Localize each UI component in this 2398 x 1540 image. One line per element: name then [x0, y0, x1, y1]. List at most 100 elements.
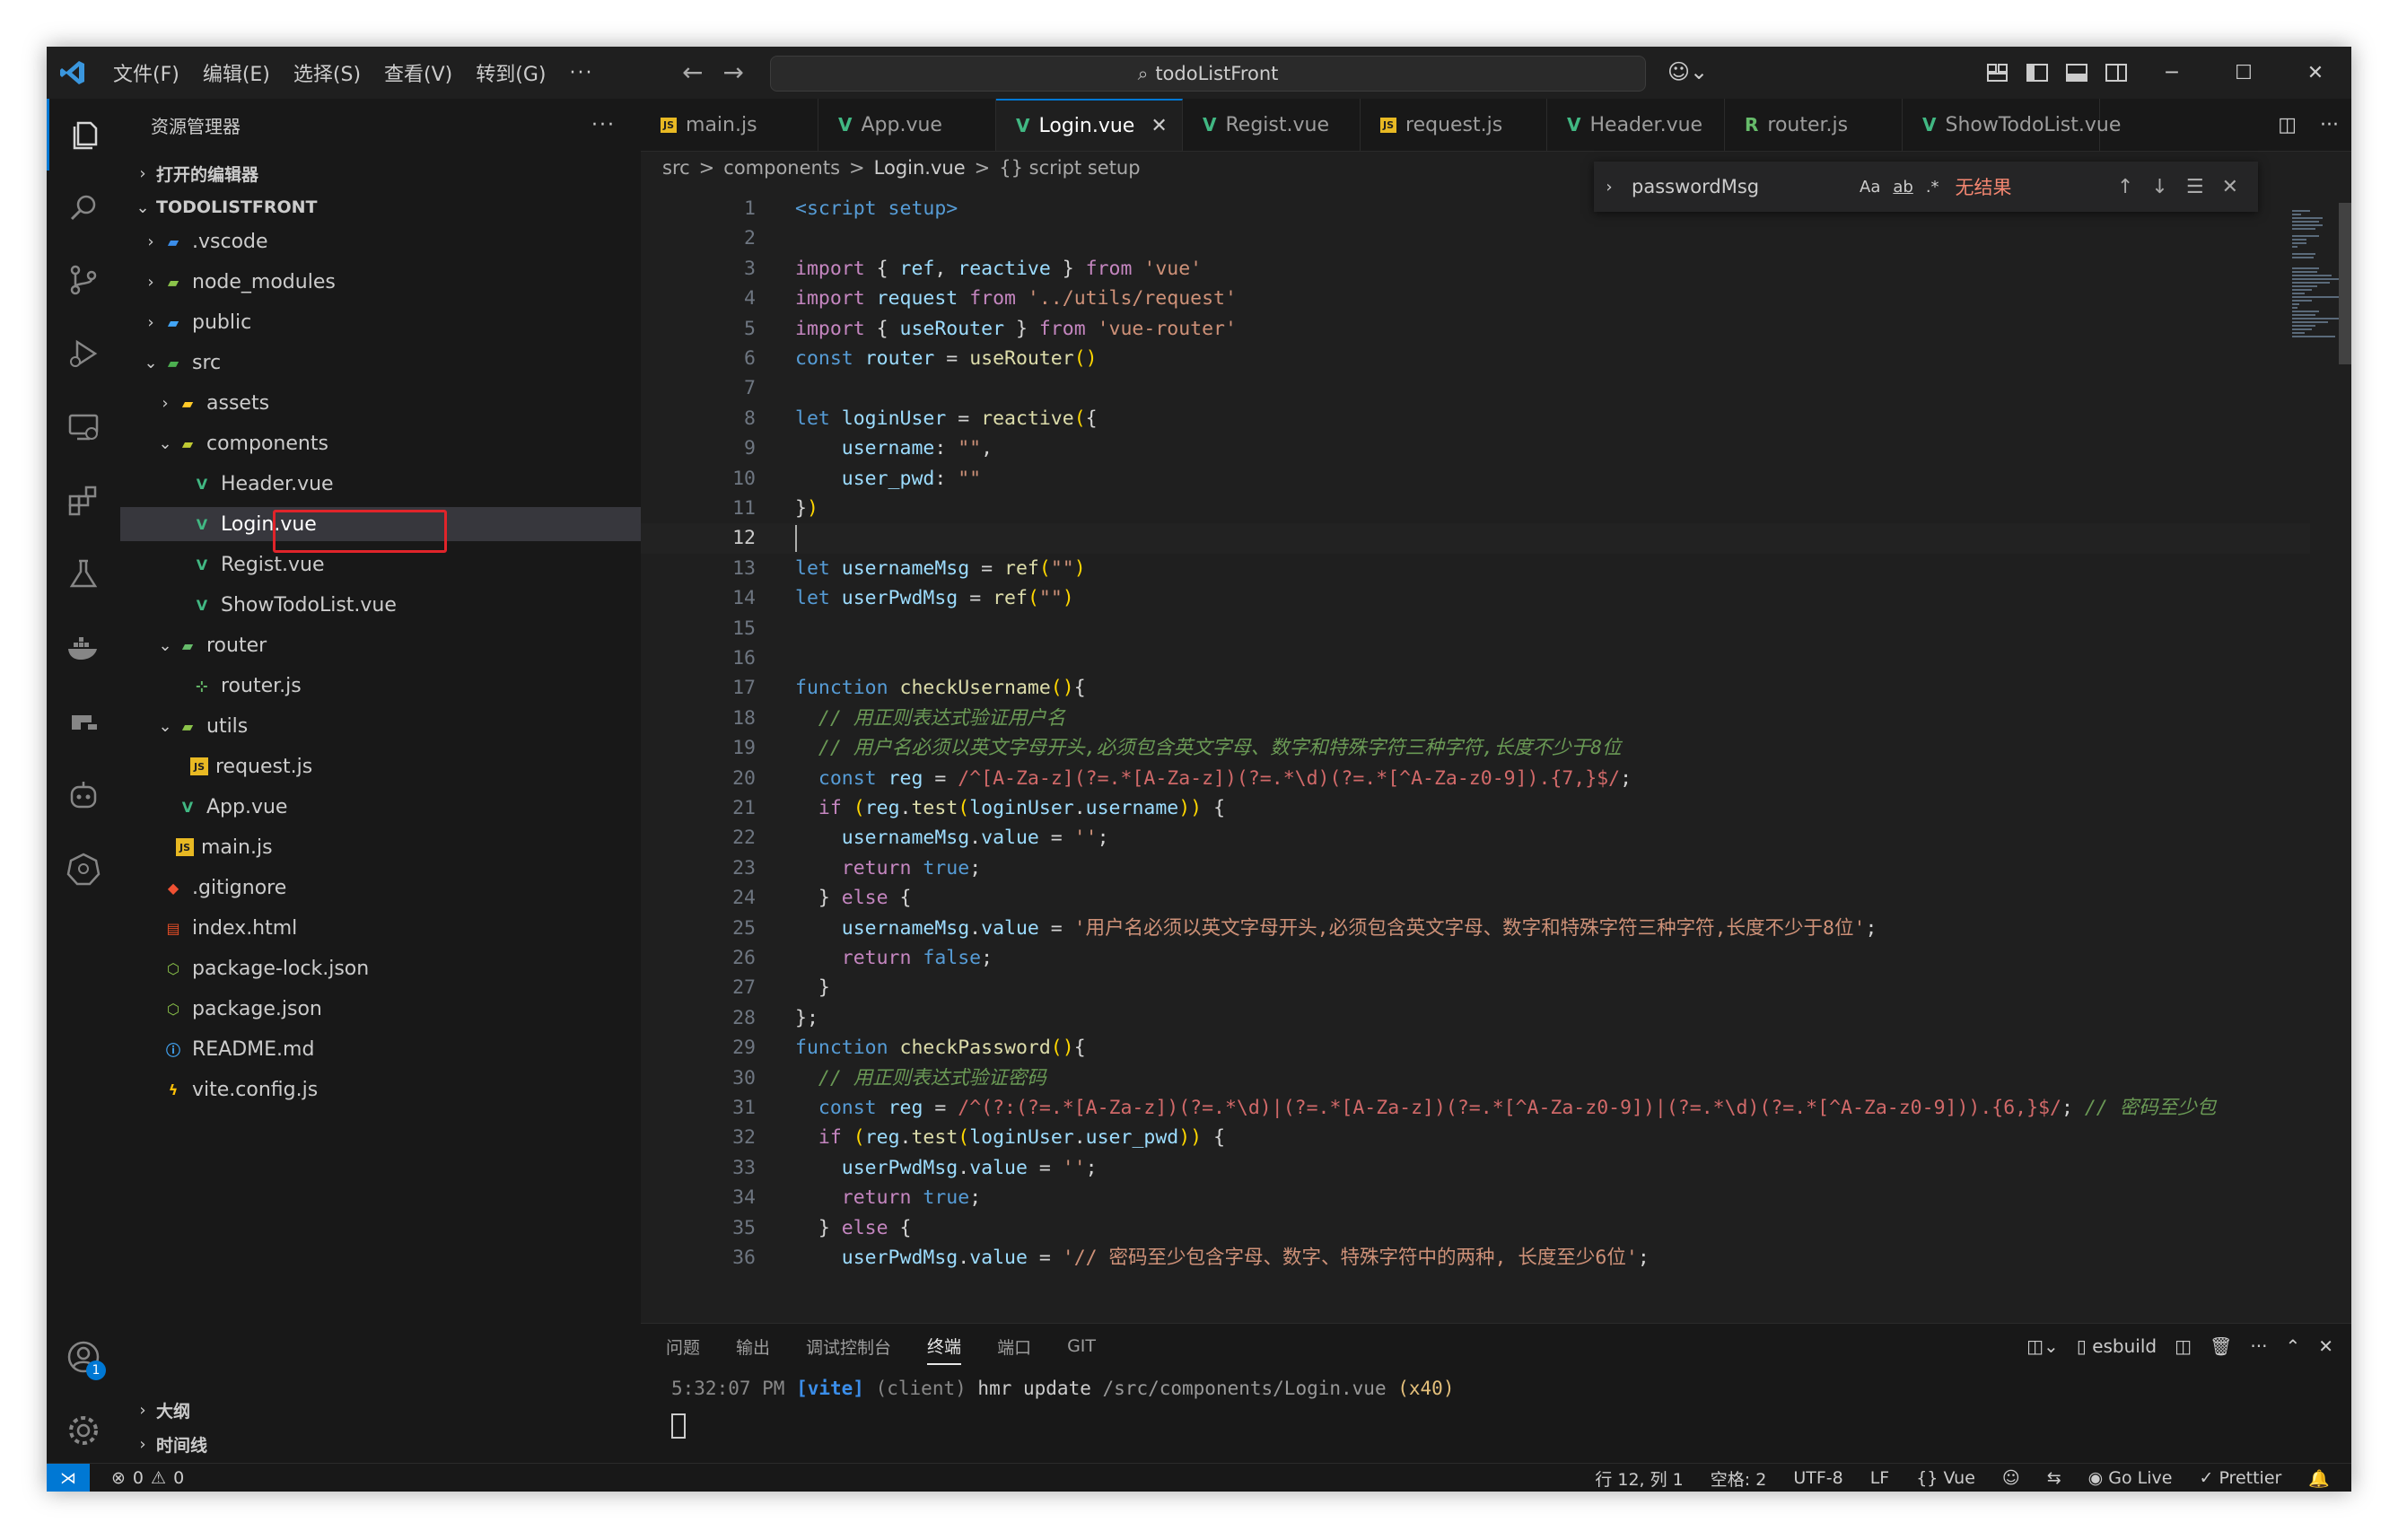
regex-icon[interactable]: .*	[1926, 178, 1939, 197]
editor-tab[interactable]: V App.vue	[818, 99, 996, 151]
breadcrumb-item[interactable]: {} script setup	[999, 157, 1140, 179]
terminal-name[interactable]: ▯ esbuild	[2077, 1335, 2157, 1357]
panel-tab[interactable]: 终端	[927, 1328, 962, 1365]
kubernetes-icon[interactable]	[47, 833, 120, 905]
previous-match-icon[interactable]: ↑	[2117, 176, 2133, 198]
file-tree-item[interactable]: ⓘ README.md	[120, 1032, 641, 1066]
file-tree-item[interactable]: ⬡ package.json	[120, 992, 641, 1026]
search-icon[interactable]	[47, 172, 120, 244]
customize-layout-icon[interactable]	[1978, 47, 2017, 99]
editor-more-icon[interactable]: ···	[2320, 114, 2339, 136]
extensions-icon[interactable]	[47, 465, 120, 537]
file-tree-item[interactable]: V App.vue	[120, 790, 641, 824]
live-share-icon[interactable]	[47, 686, 120, 757]
editor-tab[interactable]: Rrouter.js	[1725, 99, 1903, 151]
menu-edit[interactable]: 编辑(E)	[203, 58, 270, 87]
toggle-secondary-sidebar-icon[interactable]	[2096, 47, 2136, 99]
match-word-icon[interactable]: ab	[1893, 178, 1912, 197]
toggle-panel-icon[interactable]	[2057, 47, 2096, 99]
file-tree-item[interactable]: ⌄ ▰ utils	[120, 709, 641, 743]
find-input[interactable]: passwordMsg	[1632, 176, 1847, 197]
outline-section[interactable]: › 大纲	[120, 1393, 641, 1427]
file-tree-item[interactable]: ⌄ ▰ router	[120, 628, 641, 662]
notifications-bell-icon[interactable]: 🔔	[2308, 1468, 2330, 1489]
explorer-more-button[interactable]: ···	[591, 114, 616, 136]
code-editor[interactable]: 1 <script setup> 2 3 import { ref, reactive …	[641, 194, 2310, 1432]
menu-file[interactable]: 文件(F)	[113, 58, 179, 87]
remote-indicator-icon[interactable]: ⋊	[47, 1464, 90, 1492]
language-mode[interactable]: {} Vue	[1916, 1468, 1975, 1488]
file-tree-item[interactable]: › ▰ .vscode	[120, 224, 641, 258]
docker-icon[interactable]	[47, 612, 120, 684]
panel-more-icon[interactable]: ···	[2250, 1335, 2267, 1357]
file-tree-item[interactable]: V Header.vue	[120, 467, 641, 501]
menu-view[interactable]: 查看(V)	[384, 58, 452, 87]
split-terminal-icon[interactable]: ◫	[2175, 1335, 2192, 1357]
terminal-output[interactable]: 5:32:07 PM [vite] (client) hmr update /s…	[671, 1378, 1454, 1399]
maximize-icon[interactable]: ☐	[2208, 47, 2280, 99]
editor-tab[interactable]: V Login.vue ✕	[996, 99, 1183, 151]
file-tree-item[interactable]: ⊹ router.js	[120, 669, 641, 703]
breadcrumb-item[interactable]: Login.vue	[874, 157, 966, 179]
project-section[interactable]: ⌄ TODOLISTFRONT	[120, 190, 641, 224]
editor-scrollbar[interactable]	[2339, 203, 2351, 364]
file-tree-item[interactable]: V ShowTodoList.vue	[120, 588, 641, 622]
file-tree-item[interactable]: ▤ index.html	[120, 911, 641, 945]
file-tree-item[interactable]: ⌄ ▰ components	[120, 426, 641, 460]
file-tree-item[interactable]: › ▰ node_modules	[120, 265, 641, 299]
testing-icon[interactable]	[47, 538, 120, 610]
panel-tab[interactable]: 调试控制台	[806, 1329, 891, 1364]
editor-tab[interactable]: JS request.js	[1361, 99, 1547, 151]
panel-tab[interactable]: 问题	[666, 1329, 700, 1364]
copilot-icon[interactable]: ☺⌄	[1667, 59, 1708, 84]
problems-status[interactable]: ⊗ 0 ⚠ 0	[111, 1464, 184, 1492]
breadcrumb-item[interactable]: components	[723, 157, 840, 179]
source-control-icon[interactable]	[47, 244, 120, 316]
copilot-status-icon[interactable]: ☺	[2002, 1468, 2020, 1488]
close-tab-icon[interactable]: ✕	[1151, 115, 1167, 137]
command-center-search[interactable]: ⌕ todoListFront	[770, 56, 1646, 92]
minimize-icon[interactable]: ─	[2136, 47, 2208, 99]
editor-tab[interactable]: V Regist.vue	[1183, 99, 1361, 151]
editor-tab[interactable]: JS main.js	[641, 99, 818, 151]
editor-tab[interactable]: V ShowTodoList.vue	[1903, 99, 2121, 151]
new-terminal-icon[interactable]: ◫⌄	[2026, 1335, 2059, 1357]
menu-selection[interactable]: 选择(S)	[293, 58, 361, 87]
prettier-button[interactable]: ✓ Prettier	[2199, 1468, 2281, 1488]
forward-arrow-icon[interactable]: →	[722, 57, 743, 87]
go-live-button[interactable]: ◉ Go Live	[2088, 1468, 2173, 1488]
account-icon[interactable]: 1	[47, 1321, 120, 1393]
close-panel-icon[interactable]: ✕	[2318, 1335, 2333, 1357]
breadcrumb-item[interactable]: src	[662, 157, 690, 179]
file-tree-item[interactable]: › ▰ public	[120, 305, 641, 339]
settings-gear-icon[interactable]	[47, 1395, 120, 1466]
file-tree-item[interactable]: ⌄ ▰ src	[120, 346, 641, 380]
panel-tab[interactable]: GIT	[1067, 1331, 1096, 1361]
file-tree-item[interactable]: JS main.js	[120, 830, 641, 864]
kill-terminal-icon[interactable]: 🗑	[2210, 1335, 2232, 1357]
file-tree-item[interactable]: ◆ .gitignore	[120, 871, 641, 905]
maximize-panel-icon[interactable]: ⌃	[2285, 1335, 2300, 1357]
open-editors-section[interactable]: › 打开的编辑器	[120, 156, 641, 190]
back-arrow-icon[interactable]: ←	[682, 57, 703, 87]
menu-more-button[interactable]: ···	[569, 62, 593, 84]
run-debug-icon[interactable]	[47, 318, 120, 389]
toggle-replace-icon[interactable]: ›	[1594, 178, 1624, 197]
file-tree-item[interactable]: ⬡ package-lock.json	[120, 951, 641, 985]
menu-go[interactable]: 转到(G)	[476, 58, 546, 87]
file-tree-item[interactable]: JS request.js	[120, 749, 641, 783]
remote-explorer-icon[interactable]	[47, 391, 120, 463]
live-share-status-icon[interactable]: ⇆	[2047, 1468, 2061, 1488]
editor-tab[interactable]: V Header.vue	[1547, 99, 1725, 151]
explorer-icon[interactable]	[47, 99, 123, 171]
find-in-selection-icon[interactable]: ☰	[2186, 176, 2204, 198]
toggle-sidebar-icon[interactable]	[2017, 47, 2057, 99]
close-window-icon[interactable]: ✕	[2280, 47, 2351, 99]
match-case-icon[interactable]: Aa	[1860, 178, 1880, 197]
encoding[interactable]: UTF-8	[1793, 1468, 1842, 1488]
close-find-icon[interactable]: ✕	[2222, 176, 2238, 198]
next-match-icon[interactable]: ↓	[2151, 176, 2167, 198]
line-ending[interactable]: LF	[1870, 1468, 1890, 1488]
panel-tab[interactable]: 输出	[736, 1329, 770, 1364]
file-tree-item[interactable]: › ▰ assets	[120, 386, 641, 420]
